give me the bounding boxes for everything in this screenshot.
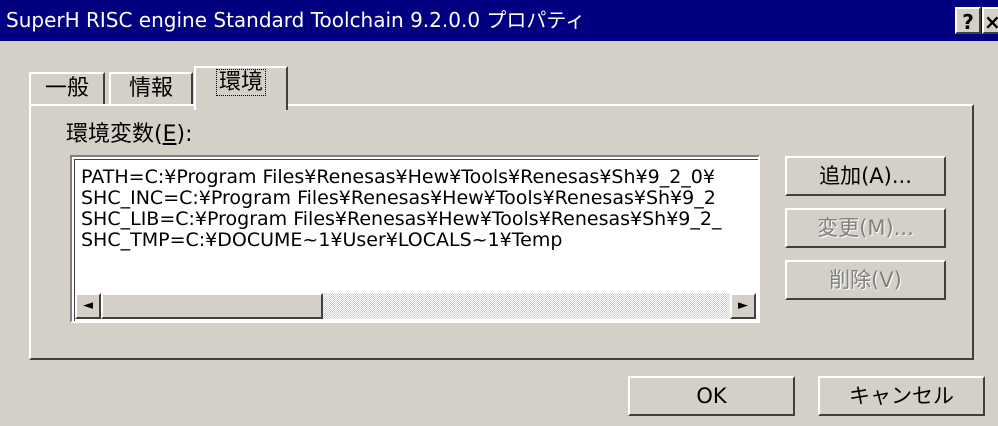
scroll-right-icon[interactable]: ► — [730, 293, 756, 319]
env-vars-label: 環境変数(E): — [66, 122, 193, 147]
horizontal-scrollbar[interactable]: ◄ ► — [75, 293, 756, 319]
title-bar[interactable]: SuperH RISC engine Standard Toolchain 9.… — [0, 0, 998, 41]
tab-general[interactable]: 一般 — [29, 72, 105, 106]
list-item[interactable]: PATH=C:¥Program Files¥Renesas¥Hew¥Tools¥… — [81, 166, 715, 188]
properties-dialog: SuperH RISC engine Standard Toolchain 9.… — [0, 0, 998, 426]
list-item[interactable]: SHC_TMP=C:¥DOCUME~1¥User¥LOCALS~1¥Temp — [81, 229, 562, 251]
delete-button[interactable]: 削除(V) — [785, 260, 946, 300]
scroll-left-icon[interactable]: ◄ — [75, 293, 101, 319]
list-item[interactable]: SHC_LIB=C:¥Program Files¥Renesas¥Hew¥Too… — [81, 208, 721, 230]
help-button[interactable]: ? — [955, 7, 981, 34]
list-item[interactable]: SHC_INC=C:¥Program Files¥Renesas¥Hew¥Too… — [81, 187, 716, 209]
tab-environment[interactable]: 環境 — [194, 66, 288, 110]
add-button[interactable]: 追加(A)... — [785, 156, 946, 196]
change-button[interactable]: 変更(M)... — [785, 208, 946, 248]
tab-info[interactable]: 情報 — [109, 72, 193, 106]
ok-button[interactable]: OK — [628, 376, 795, 416]
tab-label: 情報 — [128, 76, 173, 101]
window-title: SuperH RISC engine Standard Toolchain 9.… — [6, 8, 586, 32]
close-button[interactable]: × — [982, 7, 998, 34]
scroll-thumb[interactable] — [101, 293, 323, 319]
tab-label: 環境 — [215, 69, 267, 96]
tab-label: 一般 — [44, 76, 89, 101]
cancel-button[interactable]: キャンセル — [818, 376, 985, 416]
env-vars-list[interactable]: PATH=C:¥Program Files¥Renesas¥Hew¥Tools¥… — [70, 155, 760, 323]
